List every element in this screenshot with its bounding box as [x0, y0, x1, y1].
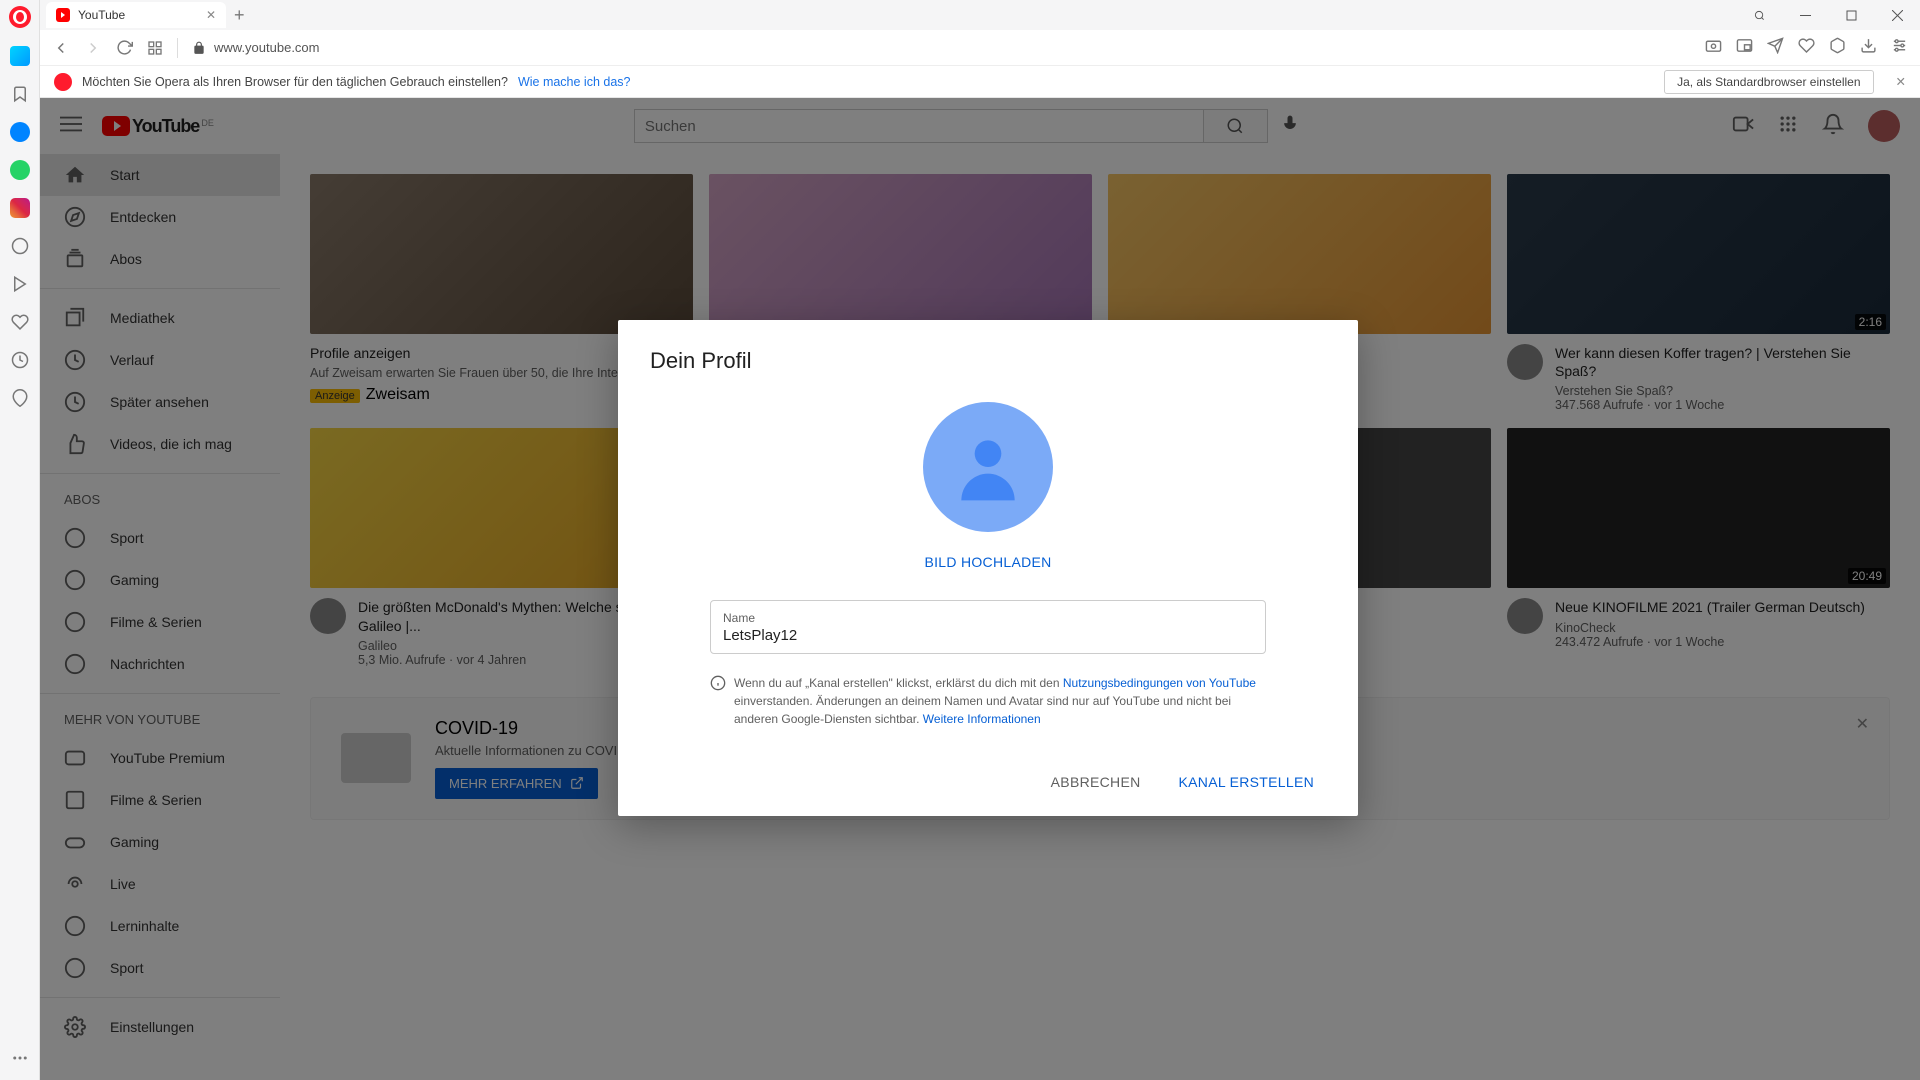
banner-close-icon[interactable]: ✕	[1896, 74, 1906, 89]
maximize-button[interactable]	[1828, 0, 1874, 30]
youtube-favicon-icon	[56, 8, 70, 22]
opera-small-logo-icon	[54, 73, 72, 91]
whatsapp-icon[interactable]	[10, 160, 30, 180]
set-default-button[interactable]: Ja, als Standardbrowser einstellen	[1664, 70, 1873, 94]
banner-text: Möchten Sie Opera als Ihren Browser für …	[82, 75, 508, 89]
terms-link[interactable]: Nutzungsbedingungen von YouTube	[1063, 676, 1256, 690]
back-button[interactable]	[52, 39, 70, 57]
forward-button[interactable]	[84, 39, 102, 57]
history-icon[interactable]	[10, 236, 30, 256]
opera-logo-icon[interactable]	[9, 6, 31, 28]
default-browser-banner: Möchten Sie Opera als Ihren Browser für …	[40, 66, 1920, 98]
name-field[interactable]: Name	[710, 600, 1266, 654]
info-text: Wenn du auf „Kanal erstellen" klickst, e…	[734, 676, 1063, 690]
speed-dial-icon[interactable]	[147, 40, 163, 56]
tab-title: YouTube	[78, 8, 125, 22]
messenger-icon[interactable]	[10, 122, 30, 142]
cancel-button[interactable]: ABBRECHEN	[1047, 768, 1145, 796]
person-icon	[948, 427, 1028, 507]
name-input[interactable]	[723, 627, 1253, 644]
window-controls	[1736, 0, 1920, 30]
info-icon	[710, 675, 726, 691]
create-channel-button[interactable]: KANAL ERSTELLEN	[1175, 768, 1318, 796]
snapshot-icon[interactable]	[1705, 37, 1722, 59]
opera-sidebar	[0, 0, 40, 1080]
upload-image-button[interactable]: BILD HOCHLADEN	[650, 554, 1326, 570]
download-icon[interactable]	[1860, 37, 1877, 59]
heart-icon[interactable]	[10, 312, 30, 332]
url-text: www.youtube.com	[214, 40, 320, 55]
video-popout-icon[interactable]	[1736, 37, 1753, 59]
tab-bar: YouTube ✕ +	[40, 0, 1920, 30]
modal-title: Dein Profil	[650, 348, 1326, 374]
address-bar-row: www.youtube.com	[40, 30, 1920, 66]
profile-avatar-placeholder	[923, 402, 1053, 532]
play-icon[interactable]	[10, 274, 30, 294]
search-browser-icon[interactable]	[1736, 0, 1782, 30]
more-info-link[interactable]: Weitere Informationen	[923, 712, 1041, 726]
workspace-icon[interactable]	[10, 46, 30, 66]
minimize-button[interactable]	[1782, 0, 1828, 30]
easy-setup-icon[interactable]	[1891, 37, 1908, 59]
address-actions	[1705, 37, 1908, 59]
modal-actions: ABBRECHEN KANAL ERSTELLEN	[650, 768, 1326, 796]
bookmark-icon[interactable]	[10, 84, 30, 104]
heart-outline-icon[interactable]	[1798, 37, 1815, 59]
address-bar[interactable]: www.youtube.com	[192, 40, 1691, 55]
profile-modal: Dein Profil BILD HOCHLADEN Name Wenn du …	[618, 320, 1358, 816]
browser-tab[interactable]: YouTube ✕	[46, 2, 226, 28]
name-label: Name	[723, 611, 1253, 625]
tab-close-icon[interactable]: ✕	[206, 8, 216, 22]
send-icon[interactable]	[1767, 37, 1784, 59]
lock-icon	[192, 41, 206, 55]
pin-icon[interactable]	[10, 388, 30, 408]
modal-info: Wenn du auf „Kanal erstellen" klickst, e…	[710, 674, 1266, 728]
reload-button[interactable]	[116, 39, 133, 56]
banner-help-link[interactable]: Wie mache ich das?	[518, 75, 631, 89]
instagram-icon[interactable]	[10, 198, 30, 218]
new-tab-button[interactable]: +	[234, 5, 245, 26]
close-window-button[interactable]	[1874, 0, 1920, 30]
more-icon[interactable]	[10, 1048, 30, 1068]
clock-icon[interactable]	[10, 350, 30, 370]
cube-icon[interactable]	[1829, 37, 1846, 59]
